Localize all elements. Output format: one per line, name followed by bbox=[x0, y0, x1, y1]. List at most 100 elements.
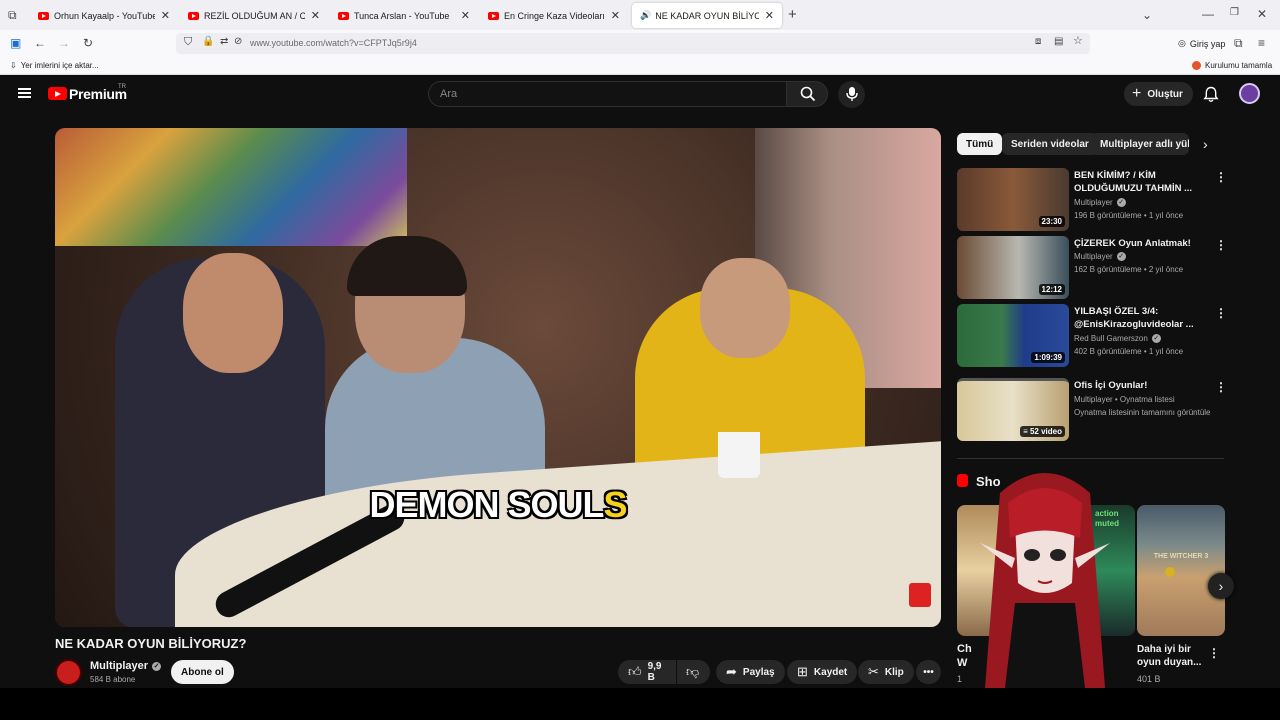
close-tab-icon[interactable]: ✕ bbox=[611, 9, 620, 22]
plus-icon: + bbox=[1132, 85, 1142, 102]
streamer-avatar-overlay bbox=[980, 473, 1110, 688]
recommended-channel[interactable]: Red Bull Gamerszon ✓ bbox=[1074, 334, 1161, 343]
app-menu-icon[interactable]: ≡ bbox=[1258, 37, 1265, 49]
reload-icon[interactable]: ↻ bbox=[83, 37, 93, 49]
close-tab-icon[interactable]: ✕ bbox=[765, 9, 774, 22]
close-tab-icon[interactable]: ✕ bbox=[461, 9, 470, 22]
video-thumbnail[interactable]: 23:30 bbox=[957, 168, 1069, 231]
close-tab-icon[interactable]: ✕ bbox=[161, 9, 170, 22]
browser-tab[interactable]: Tunca Arslan - YouTube ✕ bbox=[330, 3, 478, 28]
subscriber-count: 584 B abone bbox=[90, 675, 136, 684]
short-views: 401 B bbox=[1137, 674, 1161, 684]
recommended-playlist[interactable]: ≡ 52 video Ofis İçi Oyunlar! Multiplayer… bbox=[957, 378, 1227, 442]
save-button[interactable]: ⊞ Kaydet bbox=[787, 660, 858, 684]
more-vertical-icon[interactable]: ⋮ bbox=[1215, 306, 1227, 320]
recommended-title[interactable]: YILBAŞI ÖZEL 3/4: @EnisKirazogluvideolar… bbox=[1074, 305, 1206, 331]
url-text: www.youtube.com/watch?v=CFPTJq5r9j4 bbox=[250, 38, 417, 48]
reader-view-icon[interactable]: ▤ bbox=[1054, 37, 1063, 47]
browser-tab[interactable]: REZİL OLDUĞUM AN / CNN MA ✕ bbox=[180, 3, 328, 28]
browser-tab[interactable]: Orhun Kayaalp - YouTube ✕ bbox=[30, 3, 178, 28]
youtube-page: Premium TR + Oluştur bbox=[0, 75, 1280, 688]
youtube-logo-icon[interactable] bbox=[48, 87, 67, 100]
recommended-channel[interactable]: Multiplayer ✓ bbox=[1074, 252, 1126, 261]
subscribe-button[interactable]: Abone ol bbox=[171, 660, 234, 684]
address-bar[interactable]: ⛉ 🔒 ⇄ ⊘ www.youtube.com/watch?v=CFPTJq5r… bbox=[176, 33, 1090, 54]
import-bookmarks-link[interactable]: ⇩ Yer imlerini içe aktar... bbox=[10, 61, 99, 70]
recommended-title[interactable]: ÇİZEREK Oyun Anlatmak! bbox=[1074, 237, 1206, 250]
restore-icon[interactable]: ❐ bbox=[1230, 8, 1239, 18]
more-vertical-icon[interactable]: ⋮ bbox=[1208, 646, 1220, 660]
chip-all[interactable]: Tümü bbox=[957, 133, 1003, 155]
more-vertical-icon[interactable]: ⋮ bbox=[1215, 380, 1227, 394]
chip-uploader[interactable]: Multiplayer adlı yükleyicinin bbox=[1091, 133, 1189, 155]
playlist-thumbnail[interactable]: ≡ 52 video bbox=[957, 378, 1069, 441]
sidebar-icon[interactable]: ▣ bbox=[10, 37, 21, 49]
voice-search-button[interactable] bbox=[838, 81, 865, 108]
menu-icon[interactable] bbox=[18, 88, 31, 98]
search-input[interactable] bbox=[440, 88, 770, 100]
window-close-icon[interactable]: ✕ bbox=[1257, 8, 1267, 20]
chip-series[interactable]: Seriden videolar bbox=[1002, 133, 1098, 155]
speaker-icon[interactable]: 🔊 bbox=[640, 10, 651, 21]
list-all-tabs-icon[interactable]: ⌄ bbox=[1142, 9, 1152, 21]
microphone-icon bbox=[846, 87, 858, 101]
clip-button[interactable]: ✂ Klip bbox=[858, 660, 914, 684]
channel-watermark-icon[interactable] bbox=[909, 583, 931, 607]
permissions-icon[interactable]: ⇄ bbox=[220, 37, 228, 47]
video-person-head bbox=[700, 258, 790, 358]
account-avatar[interactable] bbox=[1239, 83, 1260, 104]
shorts-next-button[interactable]: › bbox=[1208, 573, 1234, 599]
minimize-icon[interactable]: — bbox=[1202, 8, 1214, 20]
recommended-meta: 162 B görüntüleme • 2 yıl önce bbox=[1074, 265, 1184, 274]
notifications-bell-icon[interactable] bbox=[1203, 86, 1219, 103]
close-tab-icon[interactable]: ✕ bbox=[311, 9, 320, 22]
mute-autoplay-icon[interactable]: ⊘ bbox=[234, 37, 242, 47]
view-full-playlist-link[interactable]: Oynatma listesinin tamamını görüntüle bbox=[1074, 408, 1211, 417]
video-player[interactable]: DEMON SOULS bbox=[55, 128, 941, 627]
more-vertical-icon[interactable]: ⋮ bbox=[1215, 170, 1227, 184]
thumbs-down-icon: 👎︎ bbox=[686, 664, 700, 679]
video-caption: DEMON SOULS bbox=[369, 484, 627, 525]
back-icon[interactable]: ← bbox=[34, 37, 46, 49]
tab-overview-icon[interactable]: ⧉ bbox=[8, 9, 17, 21]
recommended-video[interactable]: 12:12 ÇİZEREK Oyun Anlatmak! Multiplayer… bbox=[957, 236, 1227, 300]
video-title: NE KADAR OYUN BİLİYORUZ? bbox=[55, 636, 247, 651]
verified-check-icon: ✓ bbox=[152, 662, 162, 671]
video-thumbnail[interactable]: 12:12 bbox=[957, 236, 1069, 299]
like-button[interactable]: 👍︎ 9,9 B bbox=[618, 660, 676, 684]
dislike-button[interactable]: 👎︎ bbox=[677, 660, 710, 684]
forward-icon[interactable]: → bbox=[58, 37, 70, 49]
recommended-channel[interactable]: Multiplayer • Oynatma listesi bbox=[1074, 395, 1175, 404]
more-actions-button[interactable]: ••• bbox=[916, 660, 941, 684]
video-thumbnail[interactable]: 1:09:39 bbox=[957, 304, 1069, 367]
create-button[interactable]: + Oluştur bbox=[1124, 82, 1193, 106]
channel-avatar[interactable] bbox=[55, 659, 82, 686]
browser-tab-active[interactable]: 🔊 NE KADAR OYUN BİLİYORU ✕ bbox=[632, 3, 782, 28]
picture-in-picture-icon[interactable]: ⧈ bbox=[1035, 37, 1041, 47]
extensions-icon[interactable]: ⧉ bbox=[1234, 37, 1243, 49]
search-box[interactable] bbox=[428, 81, 786, 107]
bookmark-star-icon[interactable]: ☆ bbox=[1073, 36, 1083, 47]
recommended-title[interactable]: BEN KİMİM? / KİM OLDUĞUMUZU TAHMİN ... bbox=[1074, 169, 1206, 195]
lock-icon[interactable]: 🔒 bbox=[202, 37, 214, 47]
browser-tab-bar: ⧉ Orhun Kayaalp - YouTube ✕ REZİL OLDUĞU… bbox=[0, 0, 1280, 30]
complete-setup-link[interactable]: Kurulumu tamamla bbox=[1192, 61, 1272, 70]
recommended-channel[interactable]: Multiplayer ✓ bbox=[1074, 198, 1126, 207]
short-title[interactable]: Daha iyi bir oyun duyan... bbox=[1137, 643, 1207, 669]
short-item[interactable]: THE WITCHER 3 bbox=[1137, 505, 1225, 636]
shield-icon[interactable]: ⛉ bbox=[184, 37, 192, 48]
chevron-right-icon[interactable]: › bbox=[1203, 136, 1208, 152]
browser-tab[interactable]: En Cringe Kaza Videoları! @csn ✕ bbox=[480, 3, 628, 28]
more-vertical-icon[interactable]: ⋮ bbox=[1215, 238, 1227, 252]
more-horizontal-icon: ••• bbox=[923, 666, 934, 678]
recommended-video[interactable]: 1:09:39 YILBAŞI ÖZEL 3/4: @EnisKirazoglu… bbox=[957, 304, 1227, 368]
sign-in-button[interactable]: ◎ Giriş yap bbox=[1172, 33, 1231, 54]
share-button[interactable]: ➦ Paylaş bbox=[716, 660, 785, 684]
recommended-video[interactable]: 23:30 BEN KİMİM? / KİM OLDUĞUMUZU TAHMİN… bbox=[957, 168, 1227, 232]
recommended-title[interactable]: Ofis İçi Oyunlar! bbox=[1074, 379, 1206, 392]
channel-name[interactable]: Multiplayer ✓ bbox=[90, 660, 162, 672]
search-button[interactable] bbox=[786, 81, 828, 107]
verified-check-icon: ✓ bbox=[1151, 334, 1161, 343]
chevron-right-icon: › bbox=[1218, 578, 1224, 594]
new-tab-icon[interactable]: + bbox=[788, 7, 797, 22]
